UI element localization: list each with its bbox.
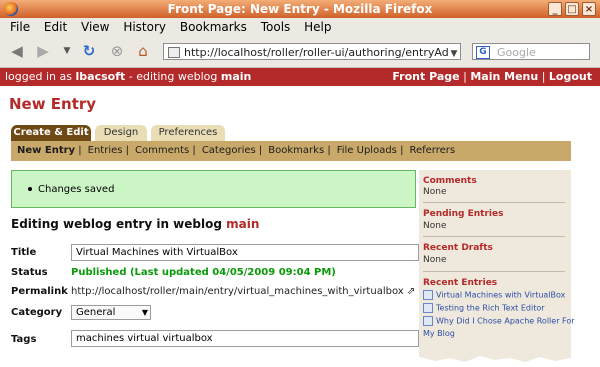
sidebar-drafts-value: None [423,255,447,265]
maximize-icon[interactable]: □ [565,2,579,16]
entry-icon [423,303,433,313]
subnav-entries[interactable]: Entries [88,145,123,156]
navigation-toolbar: ◀ ▶ ▼ ↻ ⊗ ⌂ http://localhost/roller/roll… [0,36,600,68]
sidebar-pending-value: None [423,221,447,231]
page-icon [168,47,180,58]
divider [423,202,565,203]
stop-icon[interactable]: ⊗ [108,42,126,60]
subnav-file-uploads[interactable]: File Uploads [337,145,397,156]
bullet-icon [28,187,32,191]
window-title: Front Page: New Entry - Mozilla Firefox [167,2,433,16]
message-text: Changes saved [38,184,115,195]
url-input[interactable]: http://localhost/roller/roller-ui/author… [163,43,461,60]
editing-heading: Editing weblog entry in weblog main [11,217,260,231]
sidebar-drafts-title: Recent Drafts [423,243,493,253]
success-message: Changes saved [11,170,416,208]
recent-entry-link[interactable]: Testing the Rich Text Editor [423,303,545,313]
entry-icon [423,316,433,326]
search-placeholder: Google [497,46,536,59]
recent-entry-link-wrap[interactable]: My Blog [423,329,455,338]
tab-create-edit[interactable]: Create & Edit [11,125,91,141]
subnav-bookmarks[interactable]: Bookmarks [268,145,324,156]
menu-view[interactable]: View [81,20,109,34]
page-title: New Entry [9,95,97,113]
tab-preferences[interactable]: Preferences [151,125,225,141]
menu-edit[interactable]: Edit [44,20,67,34]
menu-history[interactable]: History [123,20,166,34]
subnav-categories[interactable]: Categories [202,145,256,156]
tags-input[interactable]: machines virtual virtualbox [71,330,419,347]
menu-bar: File Edit View History Bookmarks Tools H… [0,18,600,36]
recent-entry-link[interactable]: Why Did I Chose Apache Roller For [423,316,575,326]
login-status: logged in as lbacsoft - editing weblog m… [5,70,252,83]
tags-label: Tags [11,334,37,345]
url-text: http://localhost/roller/roller-ui/author… [184,46,449,59]
subnav-referrers[interactable]: Referrers [409,145,455,156]
menu-file[interactable]: File [10,20,30,34]
sidebar-comments-title: Comments [423,176,477,186]
admin-bar: logged in as lbacsoft - editing weblog m… [0,68,600,86]
main-menu-link[interactable]: Main Menu [470,70,538,83]
status-label: Status [11,267,48,278]
category-select[interactable]: General ▼ [71,305,151,320]
search-input[interactable]: G Google [472,43,590,60]
status-value: Published (Last updated 04/05/2009 09:04… [71,267,336,278]
logout-link[interactable]: Logout [549,70,592,83]
title-input[interactable]: Virtual Machines with VirtualBox [71,244,419,261]
sidebar-comments-value: None [423,187,447,197]
entry-icon [423,290,433,300]
permalink-label: Permalink [11,286,68,297]
google-icon: G [476,46,490,59]
divider [423,236,565,237]
home-icon[interactable]: ⌂ [134,42,152,60]
sub-navigation: New Entry | Entries | Comments | Categories… [11,141,571,161]
history-dropdown-icon[interactable]: ▼ [58,42,76,60]
title-label: Title [11,247,37,258]
subnav-comments[interactable]: Comments [135,145,189,156]
divider [423,271,565,272]
subnav-new-entry[interactable]: New Entry [17,145,75,156]
menu-tools[interactable]: Tools [261,20,291,34]
menu-help[interactable]: Help [304,20,331,34]
chevron-down-icon: ▼ [141,308,148,317]
sidebar-recent-title: Recent Entries [423,278,498,288]
external-link-icon: ⇗ [406,286,416,297]
sidebar: Comments None Pending Entries None Recen… [419,170,575,367]
minimize-icon[interactable]: _ [548,2,562,16]
menu-bookmarks[interactable]: Bookmarks [180,20,247,34]
category-label: Category [11,307,63,318]
sidebar-pending-title: Pending Entries [423,209,504,219]
permalink-link[interactable]: http://localhost/roller/main/entry/virtu… [71,286,415,297]
recent-entry-link[interactable]: Virtual Machines with VirtualBox [423,290,565,300]
admin-links: Front Page | Main Menu | Logout [392,70,592,83]
reload-icon[interactable]: ↻ [80,42,98,60]
url-dropdown-icon[interactable]: ▼ [445,45,463,63]
firefox-icon [4,2,18,16]
tab-design[interactable]: Design [95,125,147,141]
torn-edge [0,356,600,367]
forward-icon[interactable]: ▶ [34,42,52,60]
front-page-link[interactable]: Front Page [392,70,459,83]
window-titlebar: Front Page: New Entry - Mozilla Firefox … [0,0,600,18]
close-icon[interactable]: × [582,2,596,16]
back-icon[interactable]: ◀ [8,42,26,60]
